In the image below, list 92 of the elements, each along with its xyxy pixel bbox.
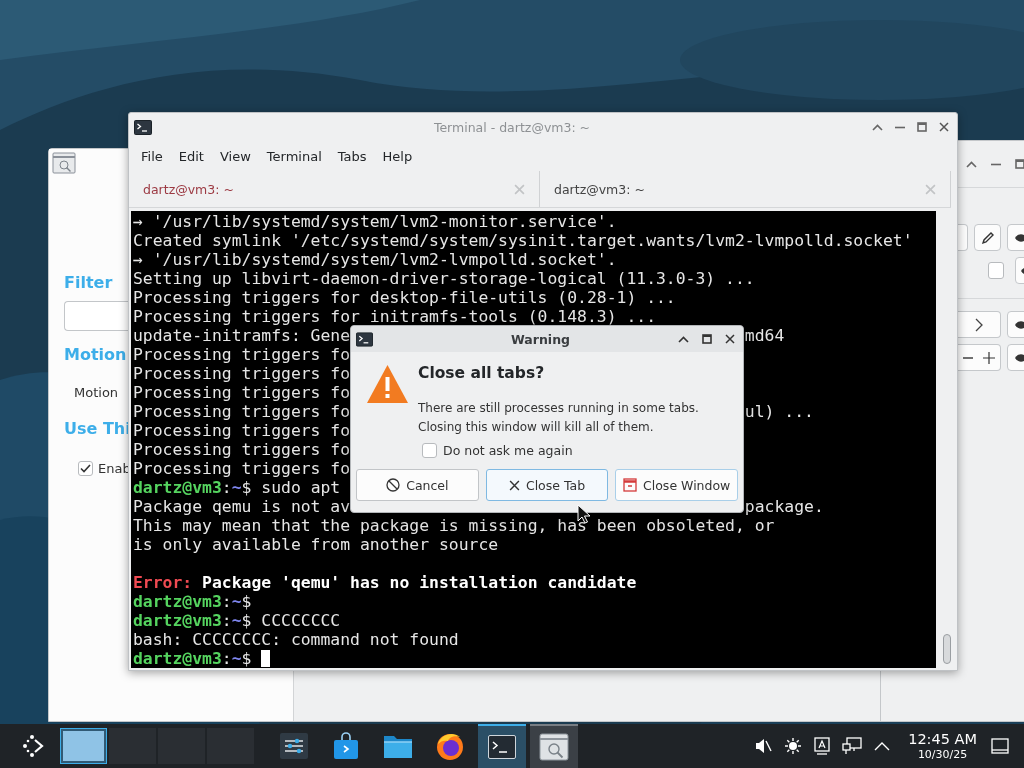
caret-up-icon[interactable] xyxy=(678,335,689,343)
app-window-icon xyxy=(52,152,76,174)
minus-icon xyxy=(963,356,973,359)
minimize-icon[interactable] xyxy=(991,162,1001,166)
terminal-line: bash: CCCCCCCC: command not found xyxy=(133,630,459,649)
warning-icon xyxy=(366,364,409,404)
terminal-line: dartz@vm3:~$ xyxy=(133,592,252,611)
desktop-pager-cell[interactable] xyxy=(60,728,107,764)
network-icon[interactable] xyxy=(842,737,863,755)
terminal-line: update-initramfs: Gene xyxy=(133,326,351,345)
motion-heading: Motion xyxy=(64,345,127,364)
terminal-line: Error: Package 'qemu' has no installation candidate xyxy=(133,573,637,592)
dialog-heading: Close all tabs? xyxy=(418,364,546,382)
terminal-line: Processing triggers fo xyxy=(133,383,351,402)
terminal-icon xyxy=(134,119,152,135)
muted-speaker-icon[interactable] xyxy=(754,737,773,755)
terminal-line: dartz@vm3:~$ CCCCCCCC xyxy=(133,611,341,630)
menu-item[interactable]: View xyxy=(211,145,259,167)
terminal-line: Processing triggers fo xyxy=(133,364,351,383)
terminal-line: Created symlink '/etc/systemd/system/sysinit.target.wants/lvm2-lvmpolld.socket' xyxy=(133,231,913,250)
checkbox[interactable] xyxy=(422,443,437,458)
dialog-message: Closing this window will kill all of them. xyxy=(418,419,655,436)
clock-time[interactable]: 12:45 AM xyxy=(908,732,977,747)
edit-button[interactable] xyxy=(974,224,1001,251)
window-title: Terminal - dartz@vm3: ~ xyxy=(432,119,592,135)
close-window-button[interactable]: Close Window xyxy=(615,469,738,501)
minimize-icon[interactable] xyxy=(895,125,905,129)
dialog-message: There are still processes running in some tabs. xyxy=(418,400,699,417)
sliders-icon xyxy=(280,733,308,759)
menu-item[interactable]: Tabs xyxy=(329,145,375,167)
shopping-bag-icon xyxy=(333,732,359,760)
menu-item[interactable]: Edit xyxy=(170,145,212,167)
motion-label: Motion xyxy=(73,385,119,400)
terminal-line: Processing triggers fo xyxy=(133,421,351,440)
stepper-button[interactable] xyxy=(958,344,1001,371)
plus-icon xyxy=(983,351,995,364)
terminal-line: md64 xyxy=(744,326,785,345)
enable-checkbox[interactable] xyxy=(78,461,93,476)
chevron-right-icon xyxy=(975,317,983,332)
close-tab-button[interactable]: Close Tab xyxy=(485,469,609,501)
terminal-line: package. xyxy=(744,497,824,516)
filter-heading: Filter xyxy=(64,273,113,292)
show-desktop-icon[interactable] xyxy=(991,738,1009,754)
dialog-title: Warning xyxy=(510,331,571,347)
menu-item[interactable]: Terminal xyxy=(258,145,330,167)
checkbox-label: Do not ask me again xyxy=(443,443,573,458)
terminal-line: → '/usr/lib/systemd/system/lvm2-monitor.service'. xyxy=(133,212,617,231)
scrollbar-thumb[interactable] xyxy=(942,634,951,664)
eye-icon xyxy=(1013,232,1024,243)
cancel-button[interactable]: Cancel xyxy=(356,469,479,501)
terminal-line: → '/usr/lib/systemd/system/lvm2-lvmpolld.socket'. xyxy=(133,250,617,269)
checkbox[interactable] xyxy=(988,262,1004,279)
close-icon[interactable] xyxy=(939,122,949,132)
maximize-icon[interactable] xyxy=(1015,159,1024,169)
terminal-icon xyxy=(488,735,516,759)
terminal-line: Package qemu is not av xyxy=(133,497,351,516)
terminal-line: Setting up libvirt-daemon-driver-storage-logical (11.3.0-3) ... xyxy=(133,269,755,288)
pencil-icon xyxy=(980,230,995,245)
eye-icon xyxy=(1013,319,1024,330)
window-icon xyxy=(539,733,569,761)
menu-item[interactable]: Help xyxy=(374,145,421,167)
eye-icon xyxy=(1013,352,1024,363)
keyboard-layout-icon[interactable] xyxy=(814,737,831,755)
terminal-line: Processing triggers fo xyxy=(133,459,351,478)
folder-icon xyxy=(383,733,413,759)
terminal-icon xyxy=(356,331,373,347)
taskbar-app-button[interactable] xyxy=(478,724,526,768)
maximize-icon[interactable] xyxy=(702,334,712,344)
maximize-icon[interactable] xyxy=(917,122,927,132)
launcher-icon[interactable] xyxy=(22,734,46,758)
brightness-icon[interactable] xyxy=(784,737,803,755)
terminal-line: dartz@vm3:~$ xyxy=(133,649,252,668)
browser-icon xyxy=(435,731,465,761)
terminal-line: is only available from another source xyxy=(133,535,499,554)
filter-field[interactable] xyxy=(64,301,129,331)
terminal-tab[interactable]: dartz@vm3: ~ xyxy=(129,171,540,207)
taskbar-app-button[interactable] xyxy=(530,724,578,768)
terminal-line: Processing triggers fo xyxy=(133,345,351,364)
window-close-icon xyxy=(623,478,637,492)
terminal-tab[interactable]: dartz@vm3: ~ xyxy=(540,171,951,207)
terminal-line: ul) ... xyxy=(744,402,814,421)
clock-date[interactable]: 10/30/25 xyxy=(917,748,968,760)
terminal-line: dartz@vm3:~$ sudo apt xyxy=(133,478,341,497)
menu-item[interactable]: File xyxy=(133,145,171,167)
terminal-line: Processing triggers fo xyxy=(133,440,351,459)
cancel-icon xyxy=(386,478,401,492)
terminal-line: This may mean that the package is missing, has been obsoleted, or xyxy=(133,516,775,535)
terminal-line: Processing triggers for desktop-file-utils (0.28-1) ... xyxy=(133,288,676,307)
close-icon xyxy=(508,479,520,491)
terminal-line: Processing triggers for initramfs-tools (0.148.3) ... xyxy=(133,307,656,326)
close-icon[interactable] xyxy=(725,334,735,344)
terminal-line: Processing triggers fo xyxy=(133,402,351,421)
